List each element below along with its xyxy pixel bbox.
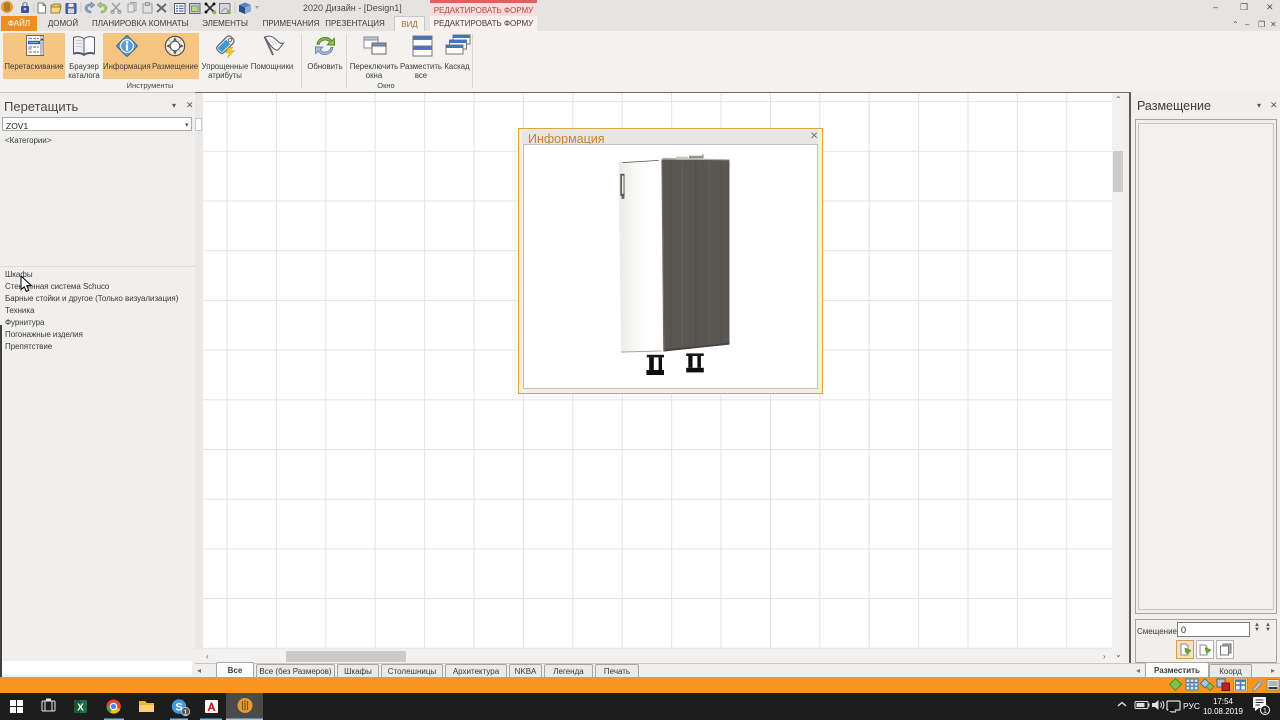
svg-text:X: X	[77, 703, 84, 714]
svg-text:1: 1	[1263, 706, 1267, 715]
svg-text:РУС: РУС	[1183, 701, 1200, 711]
svg-text:1: 1	[183, 708, 187, 717]
